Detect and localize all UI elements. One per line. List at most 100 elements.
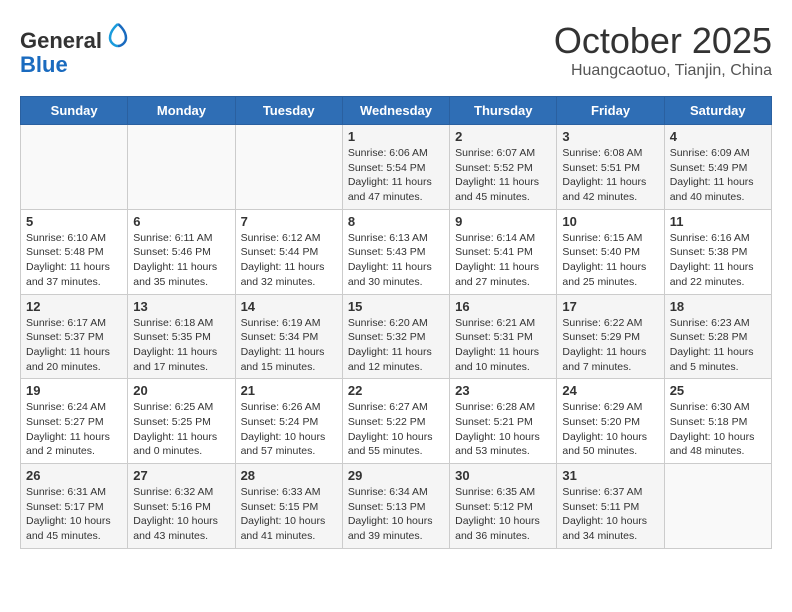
day-content: Sunrise: 6:21 AM Sunset: 5:31 PM Dayligh…	[455, 316, 551, 375]
location: Huangcaotuo, Tianjin, China	[554, 62, 772, 80]
calendar-week-row: 19 Sunrise: 6:24 AM Sunset: 5:27 PM Dayli…	[21, 379, 772, 464]
title-block: October 2025 Huangcaotuo, Tianjin, China	[554, 20, 772, 80]
logo-blue: Blue	[20, 52, 68, 77]
day-content: Sunrise: 6:20 AM Sunset: 5:32 PM Dayligh…	[348, 316, 444, 375]
day-content: Sunrise: 6:17 AM Sunset: 5:37 PM Dayligh…	[26, 316, 122, 375]
day-number: 20	[133, 383, 229, 398]
day-number: 26	[26, 468, 122, 483]
day-content: Sunrise: 6:28 AM Sunset: 5:21 PM Dayligh…	[455, 400, 551, 459]
month-title: October 2025	[554, 20, 772, 62]
day-number: 8	[348, 214, 444, 229]
calendar-cell	[235, 125, 342, 210]
page-header: General Blue October 2025 Huangcaotuo, T…	[20, 20, 772, 80]
day-content: Sunrise: 6:16 AM Sunset: 5:38 PM Dayligh…	[670, 231, 766, 290]
calendar-cell: 2 Sunrise: 6:07 AM Sunset: 5:52 PM Daylig…	[450, 125, 557, 210]
day-number: 6	[133, 214, 229, 229]
calendar-cell	[128, 125, 235, 210]
calendar-cell: 13Sunrise: 6:18 AM Sunset: 5:35 PM Dayli…	[128, 294, 235, 379]
calendar-cell: 10Sunrise: 6:15 AM Sunset: 5:40 PM Dayli…	[557, 209, 664, 294]
weekday-header-thursday: Thursday	[450, 97, 557, 125]
calendar-cell: 21 Sunrise: 6:26 AM Sunset: 5:24 PM Dayli…	[235, 379, 342, 464]
calendar-cell: 14 Sunrise: 6:19 AM Sunset: 5:34 PM Dayli…	[235, 294, 342, 379]
calendar-cell: 6 Sunrise: 6:11 AM Sunset: 5:46 PM Daylig…	[128, 209, 235, 294]
day-content: Sunrise: 6:31 AM Sunset: 5:17 PM Dayligh…	[26, 485, 122, 544]
calendar-cell: 1 Sunrise: 6:06 AM Sunset: 5:54 PM Daylig…	[342, 125, 449, 210]
calendar-cell	[21, 125, 128, 210]
day-number: 27	[133, 468, 229, 483]
weekday-header-sunday: Sunday	[21, 97, 128, 125]
weekday-header-wednesday: Wednesday	[342, 97, 449, 125]
day-content: Sunrise: 6:09 AM Sunset: 5:49 PM Dayligh…	[670, 146, 766, 205]
weekday-header-row: SundayMondayTuesdayWednesdayThursdayFrid…	[21, 97, 772, 125]
calendar-cell: 16 Sunrise: 6:21 AM Sunset: 5:31 PM Dayli…	[450, 294, 557, 379]
day-number: 28	[241, 468, 337, 483]
day-number: 4	[670, 129, 766, 144]
calendar-cell: 25 Sunrise: 6:30 AM Sunset: 5:18 PM Dayli…	[664, 379, 771, 464]
calendar-cell: 15 Sunrise: 6:20 AM Sunset: 5:32 PM Dayli…	[342, 294, 449, 379]
day-number: 25	[670, 383, 766, 398]
day-number: 2	[455, 129, 551, 144]
day-content: Sunrise: 6:10 AM Sunset: 5:48 PM Dayligh…	[26, 231, 122, 290]
calendar-week-row: 26 Sunrise: 6:31 AM Sunset: 5:17 PM Dayli…	[21, 464, 772, 549]
day-content: Sunrise: 6:22 AM Sunset: 5:29 PM Dayligh…	[562, 316, 658, 375]
calendar-cell: 11 Sunrise: 6:16 AM Sunset: 5:38 PM Dayli…	[664, 209, 771, 294]
day-content: Sunrise: 6:35 AM Sunset: 5:12 PM Dayligh…	[455, 485, 551, 544]
day-number: 30	[455, 468, 551, 483]
day-content: Sunrise: 6:26 AM Sunset: 5:24 PM Dayligh…	[241, 400, 337, 459]
calendar-cell: 31Sunrise: 6:37 AM Sunset: 5:11 PM Dayli…	[557, 464, 664, 549]
calendar-cell: 17 Sunrise: 6:22 AM Sunset: 5:29 PM Dayli…	[557, 294, 664, 379]
day-content: Sunrise: 6:12 AM Sunset: 5:44 PM Dayligh…	[241, 231, 337, 290]
logo-icon	[104, 20, 132, 48]
day-number: 9	[455, 214, 551, 229]
day-content: Sunrise: 6:14 AM Sunset: 5:41 PM Dayligh…	[455, 231, 551, 290]
calendar-cell: 28 Sunrise: 6:33 AM Sunset: 5:15 PM Dayli…	[235, 464, 342, 549]
day-content: Sunrise: 6:24 AM Sunset: 5:27 PM Dayligh…	[26, 400, 122, 459]
calendar-cell: 3Sunrise: 6:08 AM Sunset: 5:51 PM Daylig…	[557, 125, 664, 210]
calendar-week-row: 5Sunrise: 6:10 AM Sunset: 5:48 PM Daylig…	[21, 209, 772, 294]
day-content: Sunrise: 6:11 AM Sunset: 5:46 PM Dayligh…	[133, 231, 229, 290]
day-content: Sunrise: 6:25 AM Sunset: 5:25 PM Dayligh…	[133, 400, 229, 459]
calendar-cell: 5Sunrise: 6:10 AM Sunset: 5:48 PM Daylig…	[21, 209, 128, 294]
day-content: Sunrise: 6:34 AM Sunset: 5:13 PM Dayligh…	[348, 485, 444, 544]
calendar-week-row: 12Sunrise: 6:17 AM Sunset: 5:37 PM Dayli…	[21, 294, 772, 379]
calendar-table: SundayMondayTuesdayWednesdayThursdayFrid…	[20, 96, 772, 549]
day-number: 21	[241, 383, 337, 398]
logo: General Blue	[20, 20, 132, 77]
day-number: 1	[348, 129, 444, 144]
day-number: 19	[26, 383, 122, 398]
weekday-header-friday: Friday	[557, 97, 664, 125]
day-content: Sunrise: 6:06 AM Sunset: 5:54 PM Dayligh…	[348, 146, 444, 205]
calendar-cell: 4 Sunrise: 6:09 AM Sunset: 5:49 PM Daylig…	[664, 125, 771, 210]
day-content: Sunrise: 6:19 AM Sunset: 5:34 PM Dayligh…	[241, 316, 337, 375]
day-number: 15	[348, 299, 444, 314]
weekday-header-tuesday: Tuesday	[235, 97, 342, 125]
calendar-cell: 26 Sunrise: 6:31 AM Sunset: 5:17 PM Dayli…	[21, 464, 128, 549]
calendar-cell: 12Sunrise: 6:17 AM Sunset: 5:37 PM Dayli…	[21, 294, 128, 379]
weekday-header-monday: Monday	[128, 97, 235, 125]
day-content: Sunrise: 6:15 AM Sunset: 5:40 PM Dayligh…	[562, 231, 658, 290]
day-number: 11	[670, 214, 766, 229]
day-number: 29	[348, 468, 444, 483]
day-number: 16	[455, 299, 551, 314]
day-content: Sunrise: 6:30 AM Sunset: 5:18 PM Dayligh…	[670, 400, 766, 459]
day-number: 14	[241, 299, 337, 314]
day-content: Sunrise: 6:33 AM Sunset: 5:15 PM Dayligh…	[241, 485, 337, 544]
calendar-cell: 18Sunrise: 6:23 AM Sunset: 5:28 PM Dayli…	[664, 294, 771, 379]
calendar-cell: 24Sunrise: 6:29 AM Sunset: 5:20 PM Dayli…	[557, 379, 664, 464]
calendar-cell: 29 Sunrise: 6:34 AM Sunset: 5:13 PM Dayli…	[342, 464, 449, 549]
calendar-cell: 22Sunrise: 6:27 AM Sunset: 5:22 PM Dayli…	[342, 379, 449, 464]
calendar-cell: 8 Sunrise: 6:13 AM Sunset: 5:43 PM Daylig…	[342, 209, 449, 294]
day-content: Sunrise: 6:27 AM Sunset: 5:22 PM Dayligh…	[348, 400, 444, 459]
day-content: Sunrise: 6:13 AM Sunset: 5:43 PM Dayligh…	[348, 231, 444, 290]
day-number: 18	[670, 299, 766, 314]
calendar-cell: 9 Sunrise: 6:14 AM Sunset: 5:41 PM Daylig…	[450, 209, 557, 294]
day-content: Sunrise: 6:08 AM Sunset: 5:51 PM Dayligh…	[562, 146, 658, 205]
calendar-cell: 7Sunrise: 6:12 AM Sunset: 5:44 PM Daylig…	[235, 209, 342, 294]
day-content: Sunrise: 6:18 AM Sunset: 5:35 PM Dayligh…	[133, 316, 229, 375]
day-number: 23	[455, 383, 551, 398]
calendar-cell: 23 Sunrise: 6:28 AM Sunset: 5:21 PM Dayli…	[450, 379, 557, 464]
day-number: 17	[562, 299, 658, 314]
calendar-week-row: 1 Sunrise: 6:06 AM Sunset: 5:54 PM Daylig…	[21, 125, 772, 210]
calendar-cell: 27Sunrise: 6:32 AM Sunset: 5:16 PM Dayli…	[128, 464, 235, 549]
day-content: Sunrise: 6:07 AM Sunset: 5:52 PM Dayligh…	[455, 146, 551, 205]
